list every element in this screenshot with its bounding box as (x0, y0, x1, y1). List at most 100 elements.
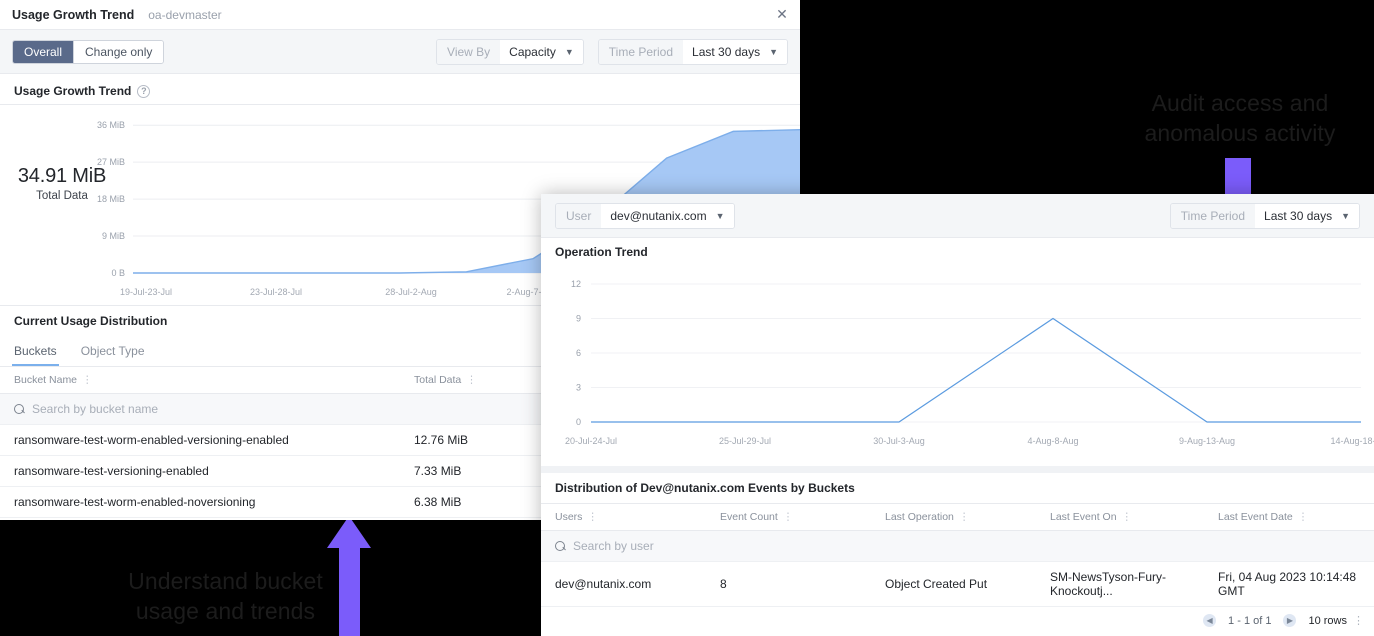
table-row[interactable]: dev@nutanix.com 8 Object Created Put SM-… (541, 562, 1374, 607)
operation-trend-window: User dev@nutanix.com ▼ Time Period Last … (541, 194, 1374, 636)
svg-text:0 B: 0 B (111, 268, 125, 278)
event-user: dev@nutanix.com (541, 562, 706, 607)
toolbar-right-controls: View By Capacity ▼ Time Period Last 30 d… (422, 39, 788, 65)
time-period-control: Time Period Last 30 days ▼ (598, 39, 788, 65)
pagination: ◀ 1 - 1 of 1 ▶ 10 rows ⋮ (541, 607, 1374, 634)
view-mode-segmented-control: Overall Change only (12, 40, 164, 64)
table-header-row: Users⋮ Event Count⋮ Last Operation⋮ Last… (541, 504, 1374, 531)
question-icon[interactable]: ? (137, 85, 150, 98)
operation-trend-chart: 03691220-Jul-24-Jul25-Jul-29-Jul30-Jul-3… (541, 266, 1374, 466)
svg-text:6: 6 (576, 348, 581, 358)
ops-time-period-control: Time Period Last 30 days ▼ (1170, 203, 1360, 229)
time-period-label: Time Period (599, 40, 683, 64)
ops-time-period-label: Time Period (1171, 204, 1255, 228)
operation-trend-title: Operation Trend (541, 238, 1374, 266)
view-by-value: Capacity (509, 45, 556, 59)
total-data-summary: 34.91 MiB Total Data (12, 165, 112, 202)
bucket-name: ransomware-test-versioning-enabled (0, 456, 400, 487)
pagination-range: 1 - 1 of 1 (1228, 615, 1271, 627)
svg-text:20-Jul-24-Jul: 20-Jul-24-Jul (565, 436, 617, 446)
ops-toolbar: User dev@nutanix.com ▼ Time Period Last … (541, 194, 1374, 238)
chevron-left-icon[interactable]: ◀ (1203, 614, 1216, 627)
total-data-label: Total Data (12, 190, 112, 202)
tab-buckets[interactable]: Buckets (14, 336, 57, 366)
sort-icon: ⋮ (466, 374, 477, 386)
rows-per-page-select[interactable]: 10 rows ⋮ (1308, 614, 1364, 627)
operation-trend-card: Operation Trend 03691220-Jul-24-Jul25-Ju… (541, 238, 1374, 466)
arrow-shaft (339, 546, 360, 636)
page-title: Usage Growth Trend (12, 8, 134, 22)
column-last-event-date[interactable]: Last Event Date⋮ (1204, 504, 1374, 531)
up-arrow-annotation (330, 516, 378, 636)
svg-text:19-Jul-23-Jul: 19-Jul-23-Jul (120, 287, 172, 297)
column-event-count[interactable]: Event Count⋮ (706, 504, 871, 531)
arrow-head (327, 516, 371, 548)
column-last-operation[interactable]: Last Operation⋮ (871, 504, 1036, 531)
usage-chart-header: Usage Growth Trend ? (0, 78, 800, 104)
segment-overall[interactable]: Overall (13, 41, 73, 63)
user-control: User dev@nutanix.com ▼ (555, 203, 735, 229)
chevron-down-icon: ▼ (769, 47, 778, 57)
svg-text:23-Jul-28-Jul: 23-Jul-28-Jul (250, 287, 302, 297)
column-users[interactable]: Users⋮ (541, 504, 706, 531)
tab-object-type[interactable]: Object Type (81, 336, 145, 366)
event-count: 8 (706, 562, 871, 607)
total-data-value: 34.91 MiB (12, 165, 112, 188)
usage-toolbar: Overall Change only View By Capacity ▼ T… (0, 30, 800, 74)
segment-change-only[interactable]: Change only (73, 41, 163, 63)
event-last-event-on: SM-NewsTyson-Fury-Knockoutj... (1036, 562, 1204, 607)
annotation-bucket-usage: Understand bucket usage and trends (88, 566, 363, 626)
section-separator (541, 466, 1374, 473)
chevron-right-icon[interactable]: ▶ (1283, 614, 1296, 627)
svg-text:14-Aug-18-Aug: 14-Aug-18-Aug (1330, 436, 1374, 446)
user-value: dev@nutanix.com (610, 209, 706, 223)
chevron-down-icon: ▼ (716, 211, 725, 221)
svg-text:12: 12 (571, 279, 581, 289)
sort-icon: ⋮ (959, 511, 970, 523)
events-distribution-title: Distribution of Dev@nutanix.com Events b… (541, 473, 1374, 503)
events-table: Users⋮ Event Count⋮ Last Operation⋮ Last… (541, 503, 1374, 607)
sort-icon: ⋮ (587, 511, 598, 523)
user-search-cell[interactable]: Search by user (541, 531, 1374, 562)
user-label: User (556, 204, 601, 228)
svg-text:25-Jul-29-Jul: 25-Jul-29-Jul (719, 436, 771, 446)
ops-time-period-select[interactable]: Last 30 days ▼ (1255, 204, 1359, 228)
svg-text:28-Jul-2-Aug: 28-Jul-2-Aug (385, 287, 437, 297)
annotation-audit-access: Audit access and anomalous activity (1080, 88, 1374, 148)
event-last-event-date: Fri, 04 Aug 2023 10:14:48 GMT (1204, 562, 1374, 607)
svg-text:36 MiB: 36 MiB (97, 120, 125, 130)
search-input[interactable]: Search by bucket name (32, 402, 158, 416)
svg-text:9: 9 (576, 314, 581, 324)
bucket-name: ransomware-test-worm-enabled-noversionin… (0, 487, 400, 518)
column-bucket-name[interactable]: Bucket Name⋮ (0, 367, 400, 394)
ops-time-period-value: Last 30 days (1264, 209, 1332, 223)
close-icon[interactable]: ✕ (774, 7, 790, 23)
event-last-operation: Object Created Put (871, 562, 1036, 607)
operation-line-chart-svg: 03691220-Jul-24-Jul25-Jul-29-Jul30-Jul-3… (541, 266, 1374, 466)
sort-icon: ⋮ (1122, 511, 1133, 523)
kebab-icon: ⋮ (1353, 614, 1364, 627)
sort-icon: ⋮ (1298, 511, 1309, 523)
view-by-control: View By Capacity ▼ (436, 39, 584, 65)
view-by-select[interactable]: Capacity ▼ (500, 40, 583, 64)
user-select[interactable]: dev@nutanix.com ▼ (601, 204, 733, 228)
chevron-down-icon: ▼ (1341, 211, 1350, 221)
chevron-down-icon: ▼ (565, 47, 574, 57)
search-icon (555, 541, 566, 552)
bucket-name: ransomware-test-worm-enabled-versioning-… (0, 425, 400, 456)
time-period-value: Last 30 days (692, 45, 760, 59)
sort-icon: ⋮ (783, 511, 794, 523)
window-titlebar: Usage Growth Trend oa-devmaster ✕ (0, 0, 800, 30)
svg-text:4-Aug-8-Aug: 4-Aug-8-Aug (1027, 436, 1078, 446)
time-period-select[interactable]: Last 30 days ▼ (683, 40, 787, 64)
svg-text:9-Aug-13-Aug: 9-Aug-13-Aug (1179, 436, 1235, 446)
search-input[interactable]: Search by user (573, 539, 654, 553)
column-last-event-on[interactable]: Last Event On⋮ (1036, 504, 1204, 531)
search-row: Search by user (541, 531, 1374, 562)
svg-text:9 MiB: 9 MiB (102, 231, 125, 241)
svg-text:3: 3 (576, 383, 581, 393)
search-icon (14, 404, 25, 415)
view-by-label: View By (437, 40, 500, 64)
window-subtitle: oa-devmaster (148, 8, 221, 22)
usage-chart-title: Usage Growth Trend (14, 84, 131, 98)
